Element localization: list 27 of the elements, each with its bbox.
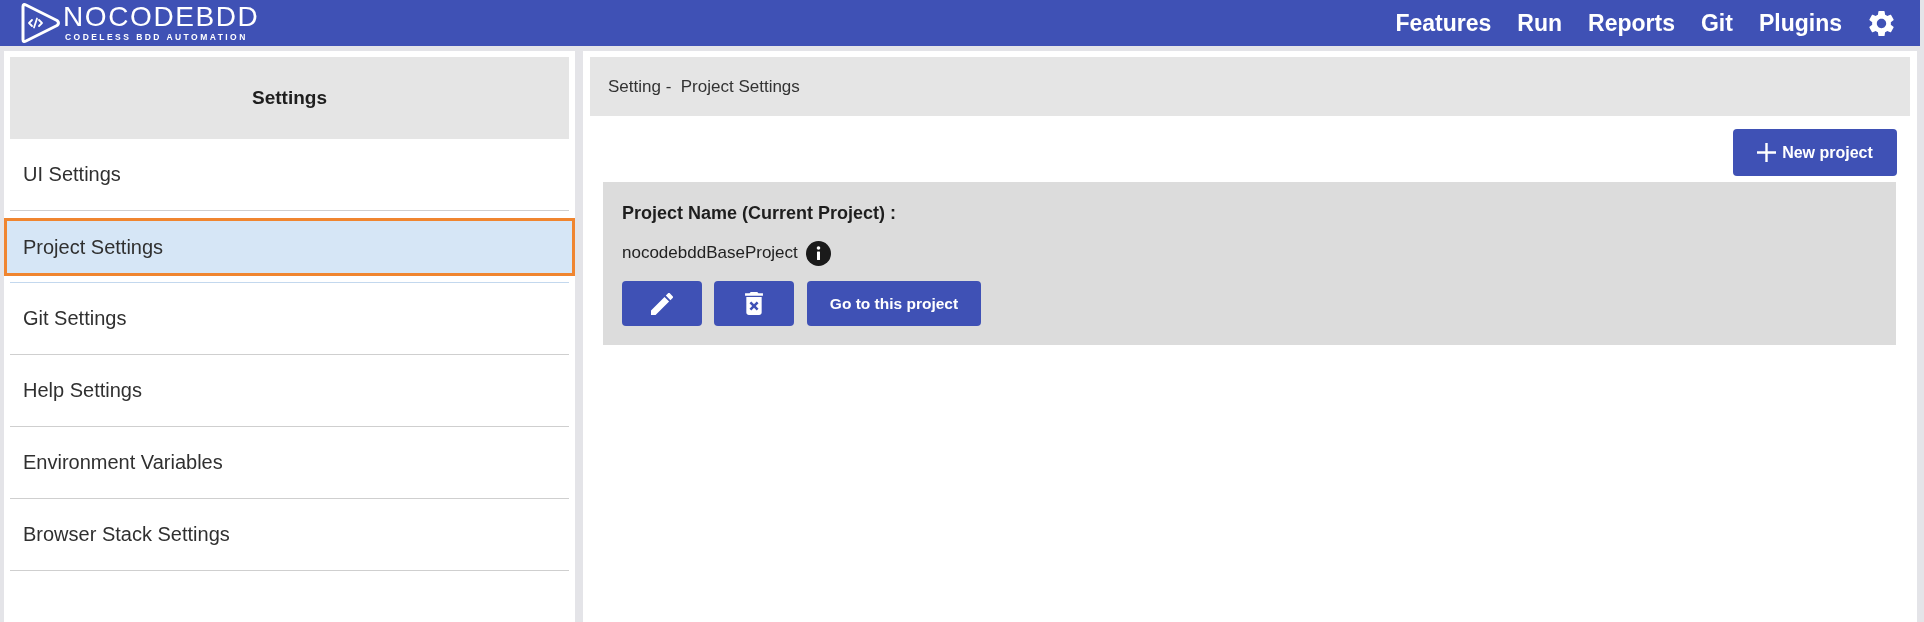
info-icon[interactable] (805, 240, 831, 266)
nav-link[interactable]: Features (1395, 9, 1492, 37)
sidebar-item[interactable]: Project Settings (4, 218, 575, 276)
delete-button[interactable] (714, 281, 794, 326)
nav-link[interactable]: Reports (1588, 9, 1675, 37)
logo-title: NOCODEBDD (63, 4, 260, 29)
settings-icon[interactable] (1869, 10, 1894, 36)
project-name: nocodebddBaseProject (622, 243, 798, 263)
code-play-icon (20, 2, 61, 44)
trash-icon (745, 292, 763, 315)
sidebar-item[interactable]: Environment Variables (10, 427, 569, 498)
breadcrumb: Setting - Project Settings (608, 76, 800, 97)
sidebar-item[interactable]: Git Settings (10, 283, 569, 354)
plus-icon (1757, 143, 1777, 162)
edit-button[interactable] (622, 281, 702, 326)
go-to-project-button[interactable]: Go to this project (807, 281, 981, 326)
project-name-heading: Project Name (Current Project) : (622, 202, 898, 225)
sidebar-title: Settings (252, 87, 327, 109)
sidebar-item[interactable]: Browser Stack Settings (10, 499, 569, 570)
pencil-icon (651, 292, 673, 315)
sidebar-item[interactable]: Help Settings (10, 355, 569, 426)
nav-link[interactable]: Plugins (1758, 9, 1842, 37)
sidebar-item[interactable]: UI Settings (10, 139, 569, 210)
new-project-button[interactable]: New project (1733, 129, 1897, 176)
nav-link[interactable]: Git (1701, 9, 1733, 37)
nav-link[interactable]: Run (1517, 9, 1563, 37)
logo-tagline: CODELESS BDD AUTOMATION (65, 31, 248, 42)
